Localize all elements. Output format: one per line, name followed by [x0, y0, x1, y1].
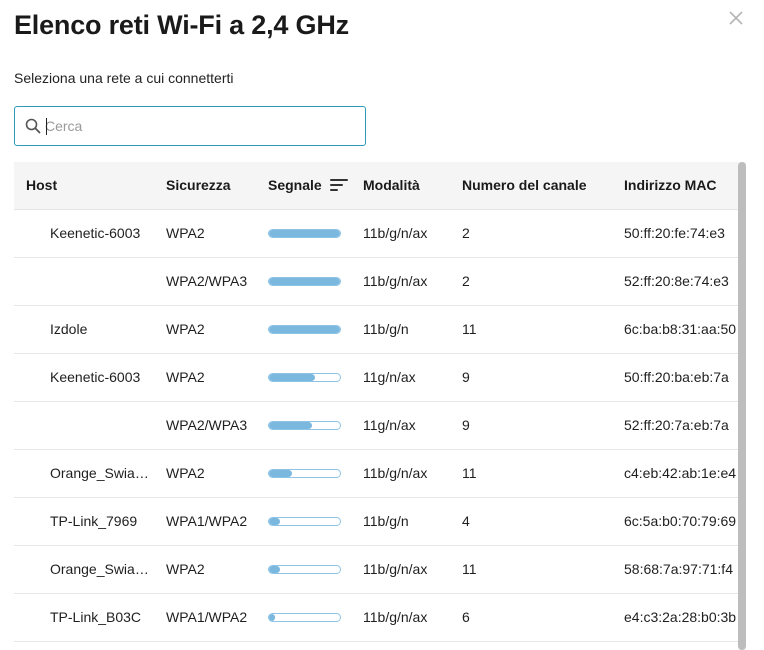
mode-cell: 11b/g/n	[363, 513, 409, 529]
scrollbar-thumb[interactable]	[738, 162, 746, 650]
column-signal[interactable]: Segnale	[268, 162, 322, 210]
security-cell: WPA2	[166, 465, 205, 481]
table-row[interactable]: Orange_Swia… WPA2 11b/g/n/ax 11 c4:eb:42:ab:…	[14, 450, 740, 498]
security-cell: WPA1/WPA2	[166, 609, 248, 625]
signal-bar-fill	[269, 518, 280, 525]
mac-cell: 52:ff:20:7a:eb:7a	[624, 417, 729, 433]
table-row[interactable]: TP-Link_7969 WPA1/WPA2 11b/g/n 4 6c:5a:b0:70…	[14, 498, 740, 546]
channel-cell: 4	[462, 513, 470, 529]
signal-bar-fill	[269, 278, 340, 285]
host-cell	[50, 402, 156, 449]
mode-cell: 11b/g/n/ax	[363, 561, 428, 577]
channel-cell: 2	[462, 225, 470, 241]
signal-bar	[268, 565, 341, 574]
column-mac[interactable]: Indirizzo MAC	[624, 162, 717, 210]
text-caret	[46, 118, 47, 135]
channel-cell: 11	[462, 561, 477, 577]
mac-cell: 50:ff:20:ba:eb:7a	[624, 369, 729, 385]
mac-cell: 52:ff:20:8e:74:e3	[624, 273, 729, 289]
mode-cell: 11b/g/n	[363, 321, 409, 337]
mac-cell: 6c:5a:b0:70:79:69	[624, 513, 737, 529]
sort-icon[interactable]	[330, 178, 348, 192]
channel-cell: 2	[462, 273, 470, 289]
signal-bar	[268, 325, 341, 334]
host-cell: TP-Link_B03C	[50, 609, 142, 625]
signal-bar	[268, 421, 341, 430]
table-row[interactable]: WPA2/WPA3 11g/n/ax 9 52:ff:20:7a:eb:7a	[14, 402, 740, 450]
column-host[interactable]: Host	[26, 162, 57, 210]
signal-bar	[268, 613, 341, 622]
signal-bar	[268, 277, 341, 286]
channel-cell: 11	[462, 321, 477, 337]
security-cell: WPA2	[166, 321, 205, 337]
close-icon[interactable]	[726, 8, 746, 28]
mac-cell: 58:68:7a:97:71:f4	[624, 561, 733, 577]
mac-cell: e4:c3:2a:28:b0:3b	[624, 609, 737, 625]
mode-cell: 11b/g/n/ax	[363, 225, 428, 241]
host-cell: Keenetic-6003	[50, 225, 141, 241]
host-cell: Orange_Swia…	[50, 465, 149, 481]
signal-bar	[268, 469, 341, 478]
networks-table: Host Sicurezza Segnale Modalità Numero d…	[14, 162, 740, 650]
host-cell: TP-Link_7969	[50, 513, 138, 529]
dialog-subtitle: Seleziona una rete a cui connetterti	[14, 70, 234, 86]
mode-cell: 11b/g/n/ax	[363, 609, 428, 625]
signal-bar-fill	[269, 470, 292, 477]
search-box[interactable]	[14, 106, 366, 146]
table-row[interactable]: TP-Link_B03C WPA1/WPA2 11b/g/n/ax 6 e4:c3:2a…	[14, 594, 740, 642]
channel-cell: 9	[462, 417, 470, 433]
security-cell: WPA2/WPA3	[166, 273, 248, 289]
channel-cell: 11	[462, 465, 477, 481]
mode-cell: 11g/n/ax	[363, 369, 416, 385]
signal-bar-fill	[269, 566, 280, 573]
security-cell: WPA2	[166, 225, 205, 241]
column-security[interactable]: Sicurezza	[166, 162, 231, 210]
table-row[interactable]: Keenetic-6003 WPA2 11b/g/n/ax 2 50:ff:20:fe:…	[14, 210, 740, 258]
channel-cell: 9	[462, 369, 470, 385]
signal-bar	[268, 373, 341, 382]
mode-cell: 11g/n/ax	[363, 417, 416, 433]
host-cell: Keenetic-6003	[50, 369, 141, 385]
column-mode[interactable]: Modalità	[363, 162, 420, 210]
signal-bar-fill	[269, 230, 340, 237]
mac-cell: c4:eb:42:ab:1e:e4	[624, 465, 737, 481]
table-header: Host Sicurezza Segnale Modalità Numero d…	[14, 162, 740, 210]
mode-cell: 11b/g/n/ax	[363, 273, 428, 289]
security-cell: WPA2	[166, 561, 205, 577]
search-icon	[25, 118, 41, 134]
column-channel[interactable]: Numero del canale	[462, 162, 587, 210]
security-cell: WPA1/WPA2	[166, 513, 248, 529]
search-input[interactable]	[45, 108, 361, 144]
page-title: Elenco reti Wi-Fi a 2,4 GHz	[14, 10, 349, 40]
signal-bar-fill	[269, 374, 316, 381]
security-cell: WPA2/WPA3	[166, 417, 248, 433]
mac-cell: 6c:ba:b8:31:aa:50	[624, 321, 737, 337]
signal-bar	[268, 517, 341, 526]
host-cell: Izdole	[50, 321, 88, 337]
host-cell: Orange_Swia…	[50, 561, 149, 577]
mode-cell: 11b/g/n/ax	[363, 465, 428, 481]
table-row[interactable]: Izdole WPA2 11b/g/n 11 6c:ba:b8:31:aa:50	[14, 306, 740, 354]
table-row[interactable]: WPA2/WPA3 11b/g/n/ax 2 52:ff:20:8e:74:e3	[14, 258, 740, 306]
channel-cell: 6	[462, 609, 470, 625]
mac-cell: 50:ff:20:fe:74:e3	[624, 225, 725, 241]
signal-bar-fill	[269, 326, 340, 333]
security-cell: WPA2	[166, 369, 205, 385]
signal-bar-fill	[269, 614, 275, 621]
signal-bar-fill	[269, 422, 312, 429]
table-row[interactable]: Keenetic-6003 WPA2 11g/n/ax 9 50:ff:20:ba:eb…	[14, 354, 740, 402]
host-cell	[50, 258, 156, 305]
signal-bar	[268, 229, 341, 238]
table-row[interactable]: Orange_Swia… WPA2 11b/g/n/ax 11 58:68:7a:97:…	[14, 546, 740, 594]
